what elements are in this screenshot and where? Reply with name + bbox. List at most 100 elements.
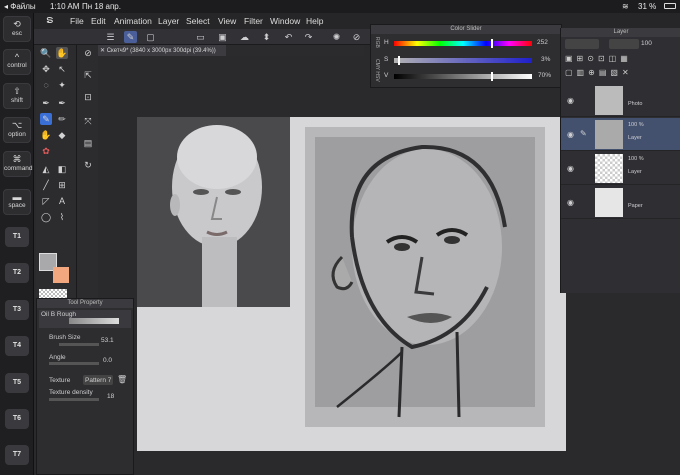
eye-icon[interactable]: ◉ bbox=[567, 96, 574, 105]
hsv-mode-tab[interactable]: CMY HSV bbox=[373, 59, 380, 87]
eye-icon[interactable]: ◉ bbox=[567, 130, 574, 139]
menu-bar: ຣ File Edit Animation Layer Select View … bbox=[34, 13, 680, 29]
eraser-icon[interactable]: ◆ bbox=[56, 129, 68, 141]
layer-tool-icons[interactable]: ▣⊞⊙⊡◫▦ bbox=[565, 54, 632, 63]
reference-photo[interactable] bbox=[137, 117, 290, 307]
control-key[interactable]: ^ control bbox=[3, 49, 31, 75]
app-logo-icon[interactable]: ຣ bbox=[46, 13, 54, 26]
trash-icon[interactable]: 🗑 bbox=[117, 375, 127, 384]
gradient-icon[interactable]: ◧ bbox=[56, 163, 68, 175]
frame-icon[interactable]: ⊞ bbox=[56, 179, 68, 191]
menu-filter[interactable]: Filter bbox=[244, 16, 263, 26]
saturation-slider[interactable] bbox=[394, 58, 532, 63]
value-thumb[interactable] bbox=[490, 72, 493, 81]
t7-key[interactable]: T7 bbox=[5, 445, 29, 465]
brush-preview[interactable]: Oil B Rough bbox=[39, 310, 131, 328]
texture-density-label: Texture density bbox=[49, 389, 93, 396]
airbrush-icon[interactable]: ✏ bbox=[56, 113, 68, 125]
blend-icon[interactable]: ✋ bbox=[40, 129, 52, 141]
layer-name: Layer bbox=[628, 169, 642, 175]
hamburger-icon[interactable]: ☰ bbox=[104, 31, 117, 43]
t2-key[interactable]: T2 bbox=[5, 263, 29, 283]
layer-row-selected[interactable]: ◉ ✎ 100 % Layer bbox=[561, 118, 680, 151]
layer-row[interactable]: ◉ Photo bbox=[561, 84, 680, 117]
option-key[interactable]: ⌥ option bbox=[3, 117, 31, 143]
eye-icon[interactable]: ◉ bbox=[567, 164, 574, 173]
shift-label: shift bbox=[11, 97, 23, 104]
undo-icon: ⟲ bbox=[13, 19, 21, 29]
t3-key[interactable]: T3 bbox=[5, 300, 29, 320]
new-file-icon[interactable]: ▢ bbox=[144, 31, 157, 43]
menu-help[interactable]: Help bbox=[306, 16, 323, 26]
v-label: V bbox=[384, 72, 389, 79]
layer-thumbnail bbox=[595, 154, 623, 183]
menu-animation[interactable]: Animation bbox=[114, 16, 152, 26]
brush-tool-icon[interactable]: ✎ bbox=[124, 31, 137, 43]
menu-file[interactable]: File bbox=[70, 16, 84, 26]
magic-wand-icon[interactable]: ✦ bbox=[56, 79, 68, 91]
close-icon[interactable]: ✕ bbox=[100, 48, 107, 54]
document-tab[interactable]: ✕ Скетч9* (3840 x 3000px 300dpi (39.4%)) bbox=[96, 45, 226, 56]
menu-window[interactable]: Window bbox=[270, 16, 300, 26]
menu-edit[interactable]: Edit bbox=[91, 16, 106, 26]
t1-key[interactable]: T1 bbox=[5, 227, 29, 247]
undo-icon[interactable]: ↶ bbox=[282, 31, 295, 43]
arrange-icon[interactable]: ⬍ bbox=[260, 31, 273, 43]
move-icon[interactable]: ✥ bbox=[40, 63, 52, 75]
texture-select[interactable]: Pattern 7 bbox=[83, 375, 113, 385]
zoom-icon[interactable]: 🔍 bbox=[40, 47, 52, 59]
balloon-icon[interactable]: ◯ bbox=[40, 211, 52, 223]
correct-line-icon[interactable]: ⌇ bbox=[56, 211, 68, 223]
texture-density-slider[interactable] bbox=[49, 398, 99, 401]
cloud-icon[interactable]: ☁ bbox=[238, 31, 251, 43]
flip-icon[interactable]: ⤧ bbox=[82, 115, 94, 127]
menu-layer[interactable]: Layer bbox=[158, 16, 179, 26]
open-folder-icon[interactable]: ▭ bbox=[194, 31, 207, 43]
brush-size-slider[interactable] bbox=[59, 343, 99, 346]
fit-icon[interactable]: ⊡ bbox=[82, 91, 94, 103]
t6-key[interactable]: T6 bbox=[5, 409, 29, 429]
save-icon[interactable]: ▣ bbox=[216, 31, 229, 43]
menu-select[interactable]: Select bbox=[186, 16, 210, 26]
no-entry-icon[interactable]: ⊘ bbox=[82, 47, 94, 59]
eye-icon[interactable]: ◉ bbox=[567, 198, 574, 207]
loop-icon[interactable]: ↻ bbox=[82, 159, 94, 171]
ruler-icon[interactable]: ◸ bbox=[40, 195, 52, 207]
opacity-slider[interactable] bbox=[609, 39, 639, 49]
operation-icon[interactable]: ↖ bbox=[56, 63, 68, 75]
layer-action-icons[interactable]: ▢▥⊕▤▧✕ bbox=[565, 68, 633, 77]
fill-icon[interactable]: ◭ bbox=[40, 163, 52, 175]
rgb-mode-tab[interactable]: RGB bbox=[373, 37, 380, 57]
lasso-icon[interactable]: ◌ bbox=[40, 79, 52, 91]
text-icon[interactable]: A bbox=[56, 195, 68, 207]
angle-slider[interactable] bbox=[49, 362, 99, 365]
layer-row[interactable]: ◉ Paper bbox=[561, 186, 680, 219]
hue-slider[interactable] bbox=[394, 41, 532, 46]
shift-key[interactable]: ⇧ shift bbox=[3, 83, 31, 109]
layer-fill-icon[interactable]: ▤ bbox=[82, 137, 94, 149]
sub-color-swatch[interactable] bbox=[53, 267, 69, 283]
brush-icon[interactable]: ✎ bbox=[40, 113, 52, 125]
value-slider[interactable] bbox=[394, 74, 532, 79]
blend-mode-select[interactable] bbox=[565, 39, 599, 49]
line-icon[interactable]: ╱ bbox=[40, 179, 52, 191]
back-to-files[interactable]: ◂ Файлы bbox=[4, 2, 36, 11]
hue-thumb[interactable] bbox=[490, 39, 493, 48]
decoration-icon[interactable]: ✿ bbox=[40, 145, 52, 157]
space-key[interactable]: ▬ space bbox=[3, 189, 31, 215]
command-key[interactable]: ⌘ command bbox=[3, 151, 33, 177]
deselect-icon[interactable]: ⊘ bbox=[350, 31, 363, 43]
transform-icon[interactable]: ⇱ bbox=[82, 69, 94, 81]
saturation-thumb[interactable] bbox=[398, 56, 401, 65]
t5-key[interactable]: T5 bbox=[5, 373, 29, 393]
pen-icon[interactable]: ✒ bbox=[56, 97, 68, 109]
menu-view[interactable]: View bbox=[218, 16, 236, 26]
eyedropper-icon[interactable]: ✒ bbox=[40, 97, 52, 109]
pencil-icon: ✎ bbox=[580, 129, 587, 138]
esc-key[interactable]: ⟲ esc bbox=[3, 16, 31, 42]
hand-icon[interactable]: ✋ bbox=[56, 47, 68, 59]
redo-icon[interactable]: ↷ bbox=[302, 31, 315, 43]
t4-key[interactable]: T4 bbox=[5, 336, 29, 356]
layer-row[interactable]: ◉ 100 % Layer bbox=[561, 152, 680, 185]
loading-icon[interactable]: ✺ bbox=[330, 31, 343, 43]
